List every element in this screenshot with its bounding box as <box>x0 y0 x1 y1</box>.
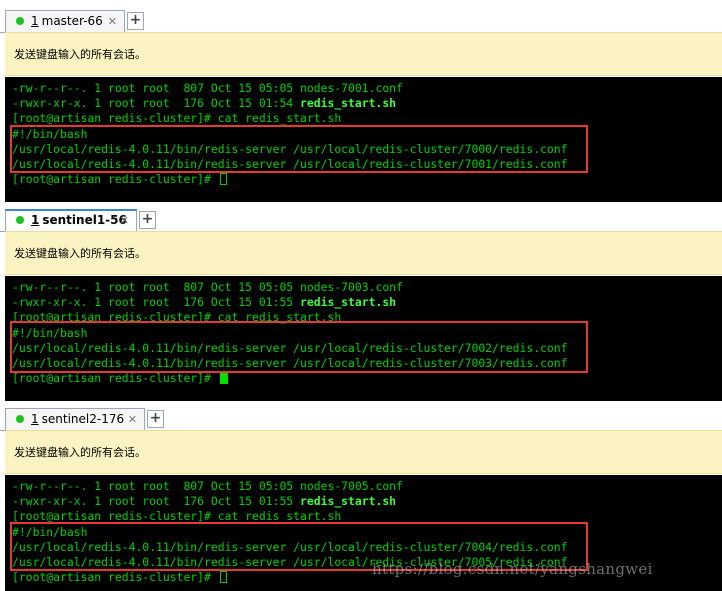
close-tab-icon[interactable]: ✕ <box>120 211 129 230</box>
terminal-prompt: [root@artisan redis-cluster]# <box>12 172 227 187</box>
terminal-line: -rw-r--r--. 1 root root 807 Oct 15 05:05… <box>12 81 403 95</box>
terminal-line: -rwxr-xr-x. 1 root root 176 Oct 15 01:55… <box>12 295 397 309</box>
tab-sentinel1-56[interactable]: 1 sentinel1-56 ✕ <box>5 209 137 231</box>
terminal-line: -rw-r--r--. 1 root root 807 Oct 15 05:05… <box>12 479 403 493</box>
session-pane-master: 1 master-66 ✕ + 发送键盘输入的所有会话。 -rw-r--r--. … <box>0 6 722 204</box>
terminal-line: [root@artisan redis-cluster]# cat redis_… <box>12 111 342 125</box>
connected-status-icon <box>16 16 24 25</box>
terminal-prompt: [root@artisan redis-cluster]# <box>12 371 228 386</box>
new-tab-button[interactable]: + <box>139 211 156 229</box>
terminal-line: -rwxr-xr-x. 1 root root 176 Oct 15 01:55… <box>12 494 397 508</box>
highlight-box <box>10 125 588 173</box>
terminal-prompt: [root@artisan redis-cluster]# <box>12 570 227 585</box>
highlight-box <box>10 321 588 373</box>
tab-bar: 1 sentinel1-56 ✕ + <box>0 205 722 232</box>
terminal-line: -rwxr-xr-x. 1 root root 176 Oct 15 01:54… <box>12 96 397 110</box>
broadcast-notice: 发送键盘输入的所有会话。 <box>5 430 722 474</box>
broadcast-notice: 发送键盘输入的所有会话。 <box>5 231 722 275</box>
terminal-output[interactable]: -rw-r--r--. 1 root root 807 Oct 15 05:05… <box>5 276 722 401</box>
close-tab-icon[interactable]: ✕ <box>128 409 137 430</box>
close-tab-icon[interactable]: ✕ <box>108 11 117 32</box>
session-pane-sentinel1: 1 sentinel1-56 ✕ + 发送键盘输入的所有会话。 -rw-r--r-… <box>0 205 722 402</box>
tab-bar: 1 master-66 ✕ + <box>0 6 722 33</box>
new-tab-button[interactable]: + <box>127 12 144 30</box>
connected-status-icon <box>16 215 24 224</box>
tab-bar: 1 sentinel2-176 ✕ + <box>0 404 722 431</box>
connected-status-icon <box>16 414 24 423</box>
terminal-cursor <box>219 372 228 384</box>
new-tab-button[interactable]: + <box>147 410 164 428</box>
terminal-line: -rw-r--r--. 1 root root 807 Oct 15 05:05… <box>12 280 403 294</box>
tab-master-66[interactable]: 1 master-66 ✕ <box>5 10 125 32</box>
watermark: https://blog.csdn.net/yangshangwei <box>372 560 653 578</box>
terminal-cursor <box>219 571 227 583</box>
tab-label: sentinel2-176 <box>41 412 125 426</box>
broadcast-notice: 发送键盘输入的所有会话。 <box>5 32 722 76</box>
tab-label: sentinel1-56 <box>42 213 127 227</box>
terminal-output[interactable]: -rw-r--r--. 1 root root 807 Oct 15 05:05… <box>5 77 722 202</box>
tab-label: master-66 <box>41 14 103 28</box>
terminal-cursor <box>219 173 227 185</box>
tab-sentinel2-176[interactable]: 1 sentinel2-176 ✕ <box>5 408 145 430</box>
